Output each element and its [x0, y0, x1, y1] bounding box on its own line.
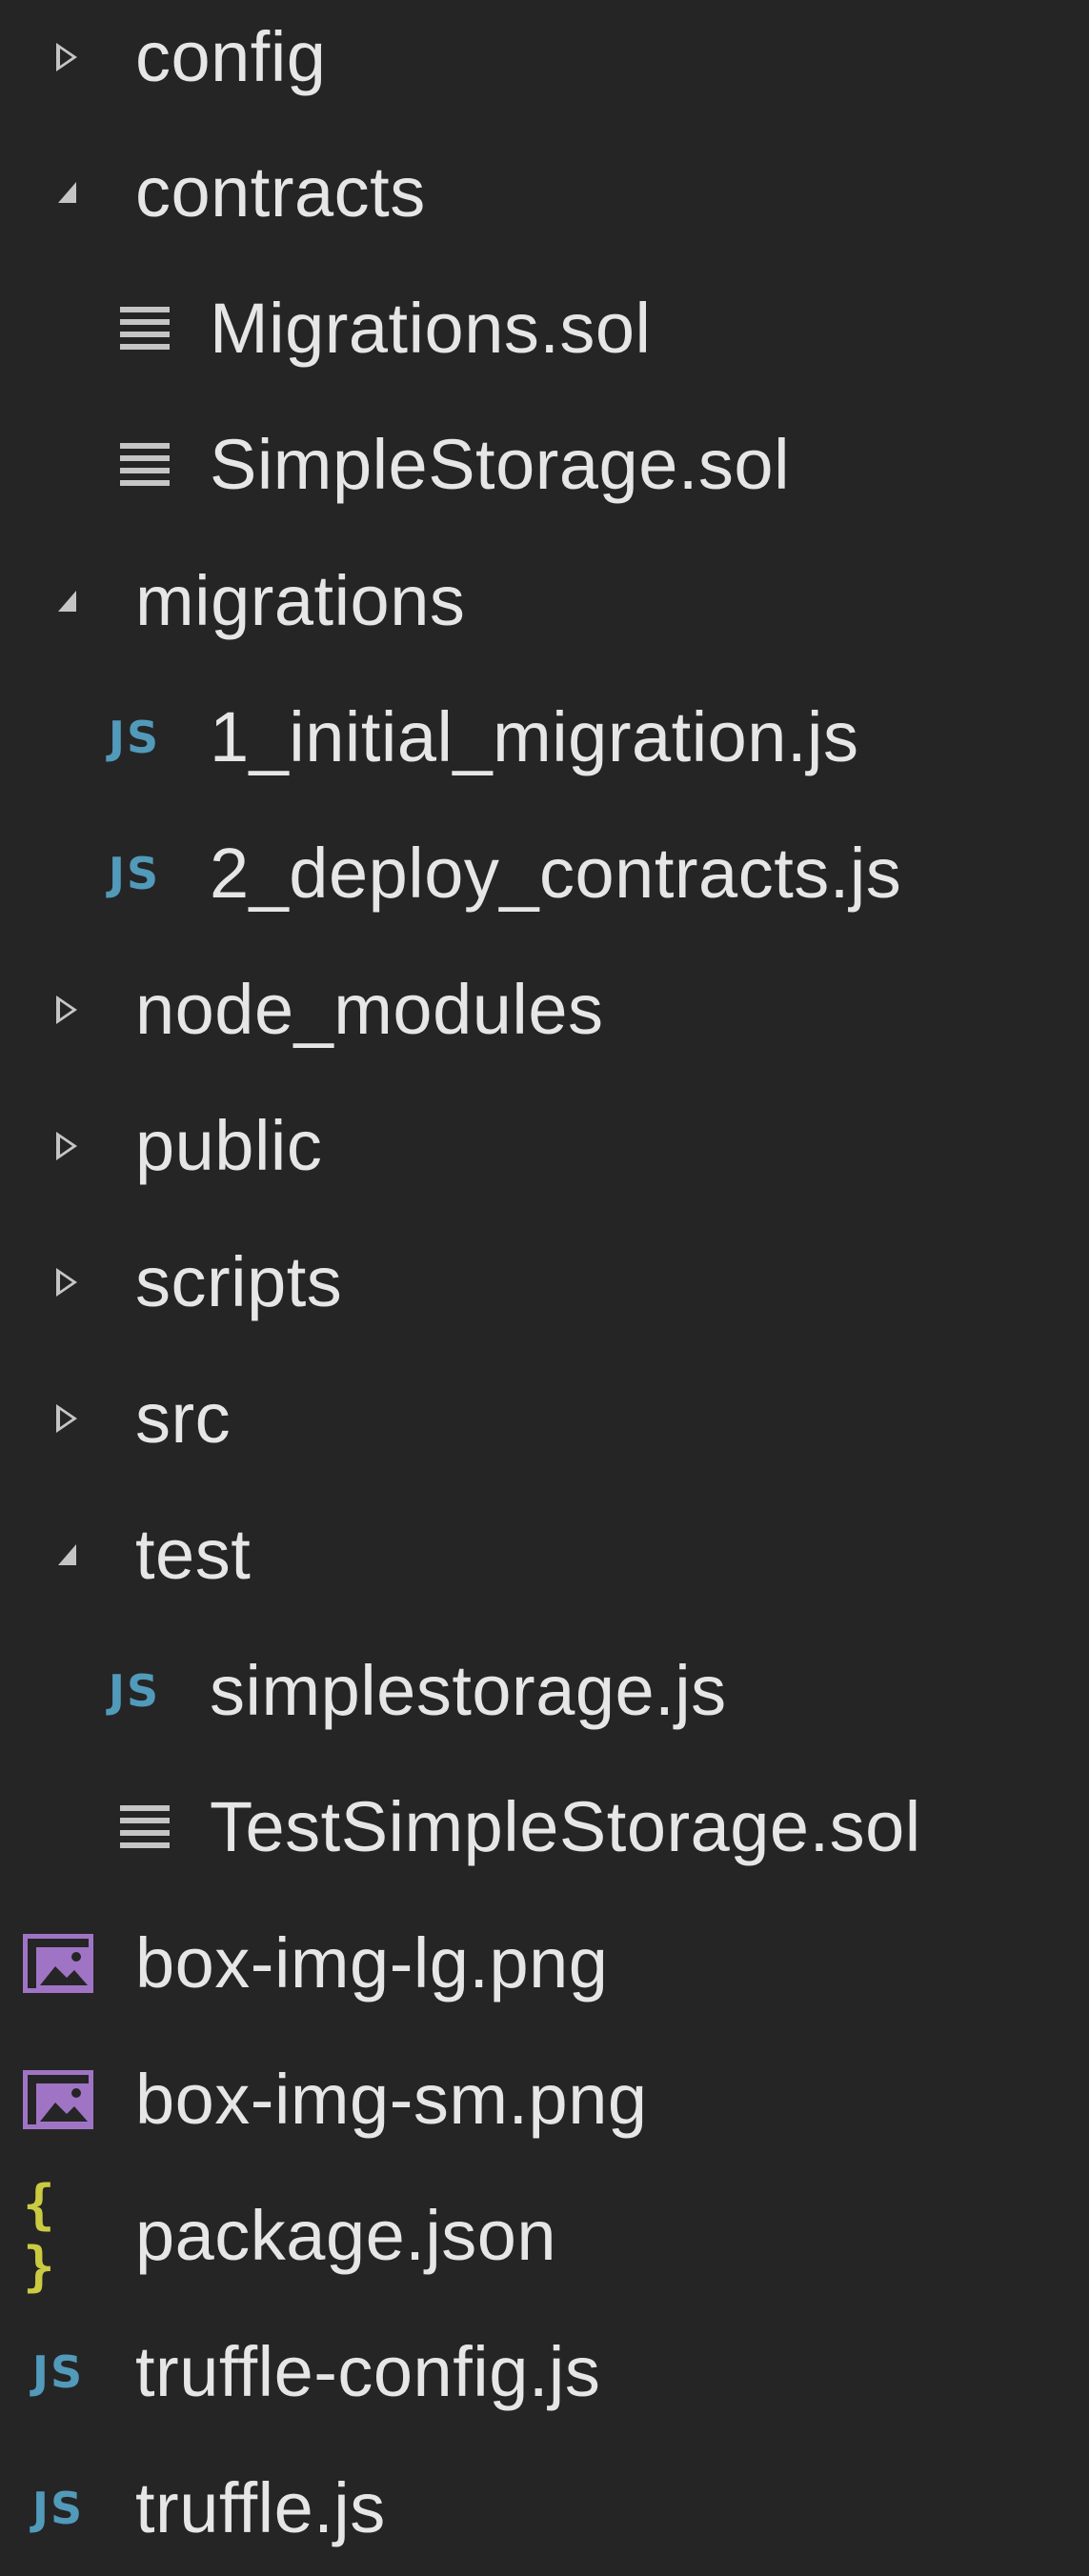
- folder-item-config[interactable]: config: [0, 0, 1089, 125]
- file-item-2-deploy-contracts-js[interactable]: JS 2_deploy_contracts.js: [0, 805, 1089, 941]
- folder-label: scripts: [135, 1242, 343, 1321]
- file-item-truffle-config-js[interactable]: JS truffle-config.js: [0, 2304, 1089, 2440]
- chevron-down-icon[interactable]: [50, 124, 84, 260]
- file-label: 1_initial_migration.js: [210, 697, 859, 776]
- chevron-right-icon[interactable]: [52, 941, 81, 1077]
- folder-label: node_modules: [135, 970, 604, 1049]
- file-item-testsimplestorage-sol[interactable]: TestSimpleStorage.sol: [0, 1759, 1089, 1895]
- file-label: SimpleStorage.sol: [210, 425, 791, 504]
- folder-label: config: [135, 17, 327, 96]
- file-item-box-img-lg-png[interactable]: box-img-lg.png: [0, 1895, 1089, 2031]
- folder-item-public[interactable]: public: [0, 1077, 1089, 1214]
- file-label: truffle-config.js: [135, 2332, 601, 2411]
- file-item-package-json[interactable]: { } package.json: [0, 2167, 1089, 2304]
- chevron-right-icon[interactable]: [52, 0, 81, 125]
- file-label: simplestorage.js: [210, 1651, 727, 1730]
- folder-label: public: [135, 1106, 323, 1185]
- folder-label: migrations: [135, 561, 466, 640]
- file-item-simplestorage-sol[interactable]: SimpleStorage.sol: [0, 396, 1089, 533]
- file-item-truffle-js[interactable]: JS truffle.js: [0, 2440, 1089, 2576]
- js-file-icon: JS: [31, 2482, 85, 2534]
- folder-item-migrations[interactable]: migrations: [0, 533, 1089, 669]
- js-file-icon: JS: [108, 711, 161, 763]
- folder-label: src: [135, 1379, 232, 1458]
- folder-item-src[interactable]: src: [0, 1350, 1089, 1486]
- js-file-icon: JS: [31, 2345, 85, 2398]
- file-item-migrations-sol[interactable]: Migrations.sol: [0, 260, 1089, 396]
- folder-item-node-modules[interactable]: node_modules: [0, 941, 1089, 1077]
- chevron-right-icon[interactable]: [52, 1350, 81, 1486]
- chevron-right-icon[interactable]: [52, 1214, 81, 1350]
- text-file-icon: [120, 260, 170, 396]
- file-item-1-initial-migration-js[interactable]: JS 1_initial_migration.js: [0, 669, 1089, 805]
- image-file-icon: [23, 1895, 93, 2031]
- file-item-simplestorage-js[interactable]: JS simplestorage.js: [0, 1622, 1089, 1759]
- image-file-icon: [23, 2031, 93, 2167]
- file-label: 2_deploy_contracts.js: [210, 834, 902, 913]
- file-label: package.json: [135, 2196, 557, 2275]
- json-file-icon: { }: [23, 2173, 59, 2298]
- folder-label: contracts: [135, 152, 426, 231]
- js-file-icon: JS: [108, 847, 161, 899]
- file-label: TestSimpleStorage.sol: [210, 1787, 921, 1866]
- file-label: Migrations.sol: [210, 289, 652, 368]
- folder-item-test[interactable]: test: [0, 1486, 1089, 1622]
- text-file-icon: [120, 396, 170, 533]
- folder-item-scripts[interactable]: scripts: [0, 1214, 1089, 1350]
- chevron-down-icon[interactable]: [50, 533, 84, 669]
- text-file-icon: [120, 1759, 170, 1895]
- file-label: truffle.js: [135, 2468, 386, 2547]
- js-file-icon: JS: [108, 1664, 161, 1717]
- file-explorer-tree: config contracts Migrations.sol SimpleSt…: [0, 0, 1089, 2558]
- chevron-down-icon[interactable]: [50, 1486, 84, 1622]
- file-label: box-img-sm.png: [135, 2060, 648, 2139]
- folder-item-contracts[interactable]: contracts: [0, 124, 1089, 260]
- folder-label: test: [135, 1515, 252, 1594]
- file-item-box-img-sm-png[interactable]: box-img-sm.png: [0, 2031, 1089, 2167]
- chevron-right-icon[interactable]: [52, 1077, 81, 1214]
- file-label: box-img-lg.png: [135, 1923, 609, 2002]
